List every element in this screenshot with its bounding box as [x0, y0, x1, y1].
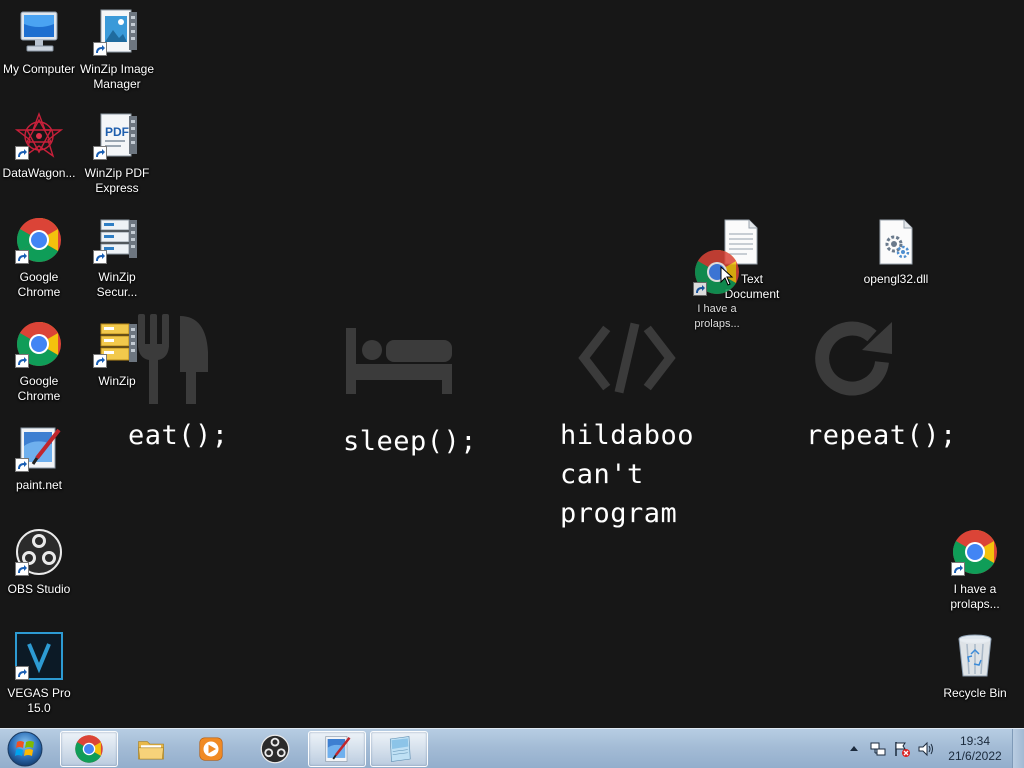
chrome-icon — [15, 320, 63, 368]
desktop-icon-label: paint.net — [15, 478, 63, 492]
desktop-icon-label: WinZip — [98, 374, 136, 388]
notepad-icon — [389, 736, 411, 762]
network-icon — [870, 742, 886, 756]
shortcut-arrow-icon — [693, 282, 707, 296]
desktop-icon-dragged-chrome[interactable]: I have a prolaps... — [678, 248, 756, 332]
wallpaper-text-code: hildaboo can't program — [560, 420, 695, 529]
desktop-icon-label: My Computer — [2, 62, 76, 76]
obs-icon — [260, 734, 290, 764]
desktop-icon-opengl32-dll[interactable]: opengl32.dll — [857, 218, 935, 287]
shortcut-arrow-icon — [93, 250, 107, 264]
desktop-icon-winzip-pdf-express[interactable]: PDF WinZip PDF Express — [78, 112, 156, 196]
wallpaper-text-eat: eat(); — [128, 420, 229, 451]
desktop-icon-label: WinZip PDF Express — [84, 166, 150, 195]
desktop-icon-vegas-pro[interactable]: VEGAS Pro 15.0 — [0, 632, 78, 716]
volume-tray-icon[interactable] — [917, 740, 935, 758]
paintnet-icon — [15, 424, 63, 472]
show-hidden-icons-button[interactable] — [845, 740, 863, 758]
desktop-icon-label: I have a prolaps... — [694, 303, 740, 330]
desktop-icon-label: OBS Studio — [7, 582, 71, 596]
shortcut-arrow-icon — [951, 562, 965, 576]
desktop-icon-winzip-secure[interactable]: WinZip Secur... — [78, 216, 156, 300]
shortcut-arrow-icon — [93, 42, 107, 56]
taskbar-button-media-player[interactable] — [182, 731, 240, 767]
clock-time: 19:34 — [959, 734, 991, 748]
desktop-icon-label: I have a prolaps... — [950, 582, 1000, 611]
desktop-icon-label: DataWagon... — [2, 166, 76, 180]
shortcut-arrow-icon — [93, 146, 107, 160]
chrome-icon — [75, 735, 103, 763]
clock-date: 21/6/2022 — [948, 749, 1002, 763]
desktop-icon-paintnet[interactable]: paint.net — [0, 424, 78, 493]
chrome-icon — [15, 216, 63, 264]
taskbar-button-chrome[interactable] — [60, 731, 118, 767]
taskbar-button-obs[interactable] — [246, 731, 304, 767]
refresh-icon — [815, 321, 892, 396]
media-player-icon — [199, 737, 223, 761]
winzip-icon — [93, 320, 141, 368]
shortcut-arrow-icon — [15, 250, 29, 264]
network-tray-icon[interactable] — [869, 740, 887, 758]
shortcut-arrow-icon — [93, 354, 107, 368]
desktop-icon-datawagon[interactable]: DataWagon... — [0, 112, 78, 181]
desktop-icon-my-computer[interactable]: My Computer — [0, 8, 78, 77]
desktop-icon-label: WinZip Secur... — [96, 270, 138, 299]
bed-icon — [346, 328, 452, 394]
wallpaper-text-repeat: repeat(); — [806, 420, 957, 451]
speaker-icon — [918, 741, 933, 757]
desktop-icon-label: WinZip Image Manager — [79, 62, 155, 91]
desktop-icon-label: VEGAS Pro 15.0 — [7, 686, 71, 715]
winzip-pdf-icon: PDF — [93, 112, 141, 160]
winzip-image-manager-icon — [93, 8, 141, 56]
start-button[interactable] — [6, 730, 44, 768]
taskbar-button-explorer[interactable] — [122, 731, 180, 767]
desktop-icon-label: opengl32.dll — [863, 272, 929, 286]
taskbar-clock[interactable]: 19:34 21/6/2022 — [935, 734, 1015, 764]
desktop-icon-label: Google Chrome — [17, 270, 61, 299]
folder-icon — [138, 741, 164, 760]
datawagon-icon — [15, 112, 63, 160]
show-desktop-button[interactable] — [1012, 729, 1024, 768]
windows-start-orb-icon — [7, 731, 43, 767]
code-icon — [578, 322, 676, 394]
taskbar-button-notepad[interactable] — [370, 731, 428, 767]
chrome-icon — [951, 528, 999, 576]
taskbar: 19:34 21/6/2022 — [0, 728, 1024, 768]
obs-icon — [15, 528, 63, 576]
desktop-icon-recycle-bin[interactable]: Recycle Bin — [936, 632, 1014, 701]
computer-icon — [15, 8, 63, 56]
desktop-icon-label: Recycle Bin — [943, 686, 1007, 700]
mouse-cursor-icon — [720, 266, 734, 286]
svg-text:PDF: PDF — [105, 125, 129, 139]
action-center-tray-icon[interactable] — [893, 740, 911, 758]
desktop-icon-obs-studio[interactable]: OBS Studio — [0, 528, 78, 597]
dll-file-icon — [872, 218, 920, 266]
flag-error-icon — [895, 742, 910, 757]
desktop-icon-google-chrome-1[interactable]: Google Chrome — [0, 216, 78, 300]
desktop-icon-winzip-image-manager[interactable]: WinZip Image Manager — [78, 8, 156, 92]
shortcut-arrow-icon — [15, 354, 29, 368]
paintnet-icon — [325, 736, 351, 762]
taskbar-button-paintnet[interactable] — [308, 731, 366, 767]
desktop-icon-chrome-prolaps[interactable]: I have a prolaps... — [936, 528, 1014, 612]
recycle-bin-icon — [951, 632, 999, 680]
winzip-secure-icon — [93, 216, 141, 264]
desktop-icon-label: Google Chrome — [17, 374, 61, 403]
shortcut-arrow-icon — [15, 146, 29, 160]
desktop-icon-google-chrome-2[interactable]: Google Chrome — [0, 320, 78, 404]
desktop-icon-winzip[interactable]: WinZip — [78, 320, 156, 389]
wallpaper-text-sleep: sleep(); — [343, 426, 478, 457]
chevron-up-icon — [850, 746, 858, 751]
vegas-icon — [15, 632, 63, 680]
shortcut-arrow-icon — [15, 458, 29, 472]
shortcut-arrow-icon — [15, 666, 29, 680]
shortcut-arrow-icon — [15, 562, 29, 576]
